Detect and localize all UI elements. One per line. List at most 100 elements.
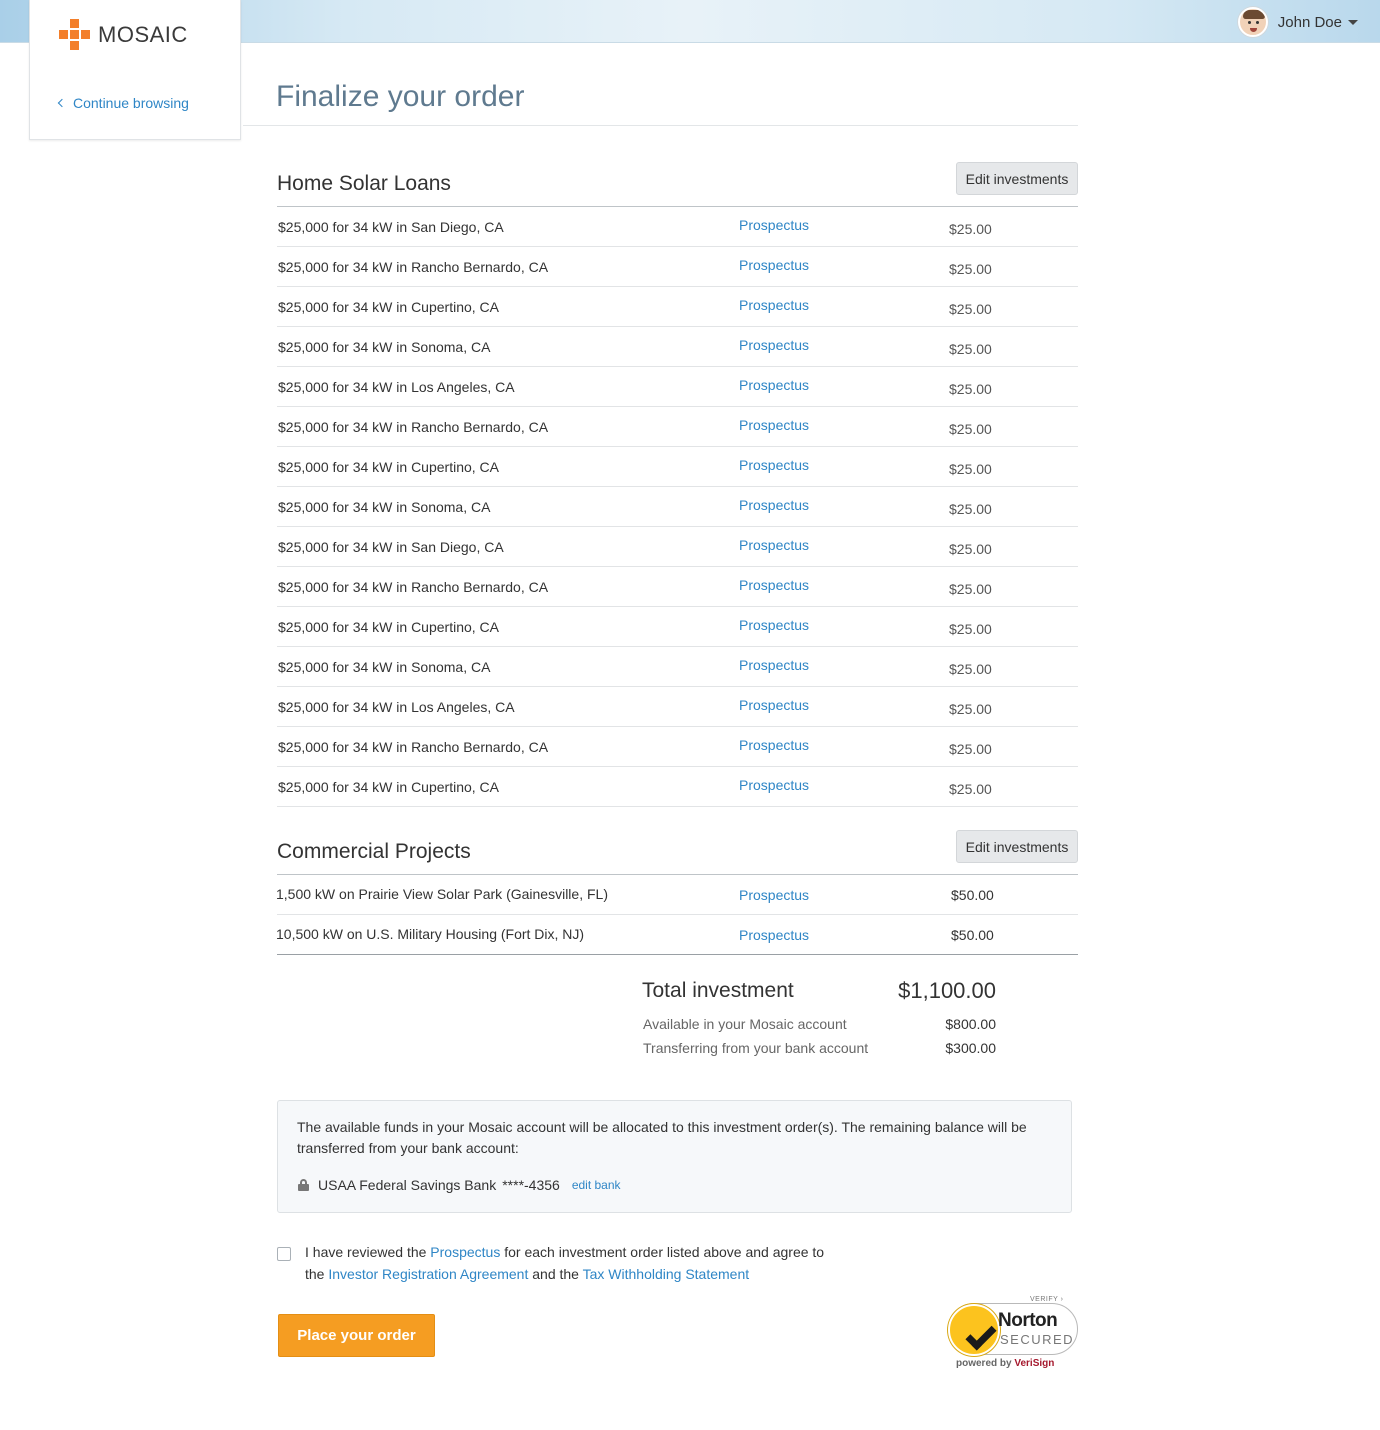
agreement-checkbox[interactable] <box>277 1247 291 1261</box>
commercial-projects-list: 1,500 kW on Prairie View Solar Park (Gai… <box>276 875 1078 955</box>
edit-bank-link[interactable]: edit bank <box>572 1178 621 1192</box>
continue-browsing-link[interactable]: Continue browsing <box>57 95 189 111</box>
table-row: $25,000 for 34 kW in Sonoma, CA Prospectu… <box>277 647 1078 687</box>
investment-amount: $25.00 <box>949 261 992 277</box>
bank-name: USAA Federal Savings Bank <box>318 1177 497 1193</box>
investment-amount: $50.00 <box>951 927 994 943</box>
investment-description: $25,000 for 34 kW in Cupertino, CA <box>278 299 500 315</box>
table-row: $25,000 for 34 kW in Rancho Bernardo, CA… <box>277 407 1078 447</box>
home-solar-loans-header: Home Solar Loans Edit investments <box>277 162 1078 207</box>
investor-registration-agreement-link[interactable]: Investor Registration Agreement <box>328 1266 528 1282</box>
investment-amount: $25.00 <box>949 781 992 797</box>
edit-investments-button[interactable]: Edit investments <box>956 162 1078 195</box>
place-order-button[interactable]: Place your order <box>278 1314 435 1357</box>
investment-amount: $25.00 <box>949 701 992 717</box>
norton-secured-seal[interactable]: VERIFY › Norton SECURED powered by VeriS… <box>944 1293 1084 1375</box>
commercial-projects-header: Commercial Projects Edit investments <box>277 830 1078 875</box>
investment-description: $25,000 for 34 kW in Rancho Bernardo, CA <box>278 579 549 595</box>
prospectus-link[interactable]: Prospectus <box>739 577 809 593</box>
prospectus-link[interactable]: Prospectus <box>739 257 809 273</box>
funding-notice-text: The available funds in your Mosaic accou… <box>297 1119 1027 1156</box>
investment-amount: $25.00 <box>949 581 992 597</box>
prospectus-link[interactable]: Prospectus <box>739 617 809 633</box>
investment-description: $25,000 for 34 kW in Cupertino, CA <box>278 459 500 475</box>
table-row: $25,000 for 34 kW in Rancho Bernardo, CA… <box>277 247 1078 287</box>
order-totals: Total investment $1,100.00 Available in … <box>642 975 996 1059</box>
prospectus-link[interactable]: Prospectus <box>739 737 809 753</box>
investment-description: $25,000 for 34 kW in Los Angeles, CA <box>278 379 515 395</box>
logo-card: MOSAIC Continue browsing <box>29 0 241 140</box>
prospectus-link[interactable]: Prospectus <box>739 697 809 713</box>
chevron-down-icon[interactable] <box>1348 19 1358 25</box>
prospectus-link[interactable]: Prospectus <box>739 377 809 393</box>
prospectus-link[interactable]: Prospectus <box>739 217 809 233</box>
mosaic-logo[interactable]: MOSAIC <box>59 19 188 51</box>
prospectus-link[interactable]: Prospectus <box>739 657 809 673</box>
investment-amount: $25.00 <box>949 541 992 557</box>
prospectus-link[interactable]: Prospectus <box>739 927 809 943</box>
table-row: $25,000 for 34 kW in Sonoma, CA Prospectu… <box>277 487 1078 527</box>
powered-prefix: powered by <box>956 1358 1015 1369</box>
investment-amount: $25.00 <box>949 741 992 757</box>
total-investment-label: Total investment <box>642 979 794 1002</box>
prospectus-link[interactable]: Prospectus <box>739 497 809 513</box>
available-balance-value: $800.00 <box>945 1016 996 1032</box>
divider <box>243 125 1078 126</box>
user-menu[interactable]: John Doe <box>1237 6 1358 38</box>
powered-brand: VeriSign <box>1014 1358 1055 1369</box>
investment-description: $25,000 for 34 kW in Sonoma, CA <box>278 499 491 515</box>
edit-investments-button[interactable]: Edit investments <box>956 830 1078 863</box>
investment-description: $25,000 for 34 kW in Rancho Bernardo, CA <box>278 259 549 275</box>
checkmark-icon <box>948 1304 1000 1356</box>
funding-notice: The available funds in your Mosaic accou… <box>277 1100 1072 1213</box>
bank-transfer-value: $300.00 <box>945 1040 996 1056</box>
available-balance-label: Available in your Mosaic account <box>643 1016 847 1032</box>
tax-withholding-statement-link[interactable]: Tax Withholding Statement <box>583 1266 750 1282</box>
investment-description: 1,500 kW on Prairie View Solar Park (Gai… <box>276 886 608 902</box>
investment-description: $25,000 for 34 kW in Los Angeles, CA <box>278 699 515 715</box>
prospectus-link[interactable]: Prospectus <box>739 337 809 353</box>
prospectus-link[interactable]: Prospectus <box>430 1244 500 1260</box>
agreement-text: I have reviewed the Prospectus for each … <box>305 1241 835 1285</box>
table-row: 1,500 kW on Prairie View Solar Park (Gai… <box>276 875 1078 915</box>
investment-amount: $25.00 <box>949 501 992 517</box>
user-name[interactable]: John Doe <box>1278 14 1342 31</box>
prospectus-link[interactable]: Prospectus <box>739 417 809 433</box>
table-row: $25,000 for 34 kW in Los Angeles, CA Pros… <box>277 367 1078 407</box>
investment-amount: $50.00 <box>951 887 994 903</box>
prospectus-link[interactable]: Prospectus <box>739 537 809 553</box>
investment-amount: $25.00 <box>949 341 992 357</box>
table-row: $25,000 for 34 kW in Cupertino, CA Prospe… <box>277 767 1078 807</box>
table-row: $25,000 for 34 kW in Cupertino, CA Prospe… <box>277 447 1078 487</box>
table-row: $25,000 for 34 kW in Los Angeles, CA Pros… <box>277 687 1078 727</box>
investment-amount: $25.00 <box>949 461 992 477</box>
prospectus-link[interactable]: Prospectus <box>739 887 809 903</box>
prospectus-link[interactable]: Prospectus <box>739 777 809 793</box>
home-solar-loans-list: $25,000 for 34 kW in San Diego, CA Prospe… <box>277 207 1078 807</box>
seal-powered-by: powered by VeriSign <box>956 1358 1054 1369</box>
table-row: $25,000 for 34 kW in San Diego, CA Prospe… <box>277 527 1078 567</box>
prospectus-link[interactable]: Prospectus <box>739 297 809 313</box>
table-row: $25,000 for 34 kW in Sonoma, CA Prospectu… <box>277 327 1078 367</box>
seal-brand: Norton <box>998 1310 1058 1331</box>
investment-description: $25,000 for 34 kW in Rancho Bernardo, CA <box>278 739 549 755</box>
investment-description: $25,000 for 34 kW in San Diego, CA <box>278 219 504 235</box>
investment-description: $25,000 for 34 kW in San Diego, CA <box>278 539 504 555</box>
agreement-text-part: and the <box>528 1266 583 1282</box>
investment-description: $25,000 for 34 kW in Rancho Bernardo, CA <box>278 419 549 435</box>
avatar[interactable] <box>1237 7 1268 37</box>
continue-browsing-label: Continue browsing <box>73 95 189 111</box>
bank-transfer-label: Transferring from your bank account <box>643 1040 869 1056</box>
agreement-text-part: I have reviewed the <box>305 1244 431 1260</box>
investment-description: $25,000 for 34 kW in Cupertino, CA <box>278 619 500 635</box>
investment-description: $25,000 for 34 kW in Sonoma, CA <box>278 339 491 355</box>
investment-amount: $25.00 <box>949 301 992 317</box>
investment-description: 10,500 kW on U.S. Military Housing (Fort… <box>276 926 585 942</box>
chevron-left-icon <box>57 98 67 108</box>
logo-text: MOSAIC <box>98 22 188 47</box>
bank-account-mask: ****-4356 <box>502 1177 560 1193</box>
seal-verify-label: VERIFY › <box>1030 1296 1064 1303</box>
prospectus-link[interactable]: Prospectus <box>739 457 809 473</box>
investment-amount: $25.00 <box>949 381 992 397</box>
investment-description: $25,000 for 34 kW in Cupertino, CA <box>278 779 500 795</box>
